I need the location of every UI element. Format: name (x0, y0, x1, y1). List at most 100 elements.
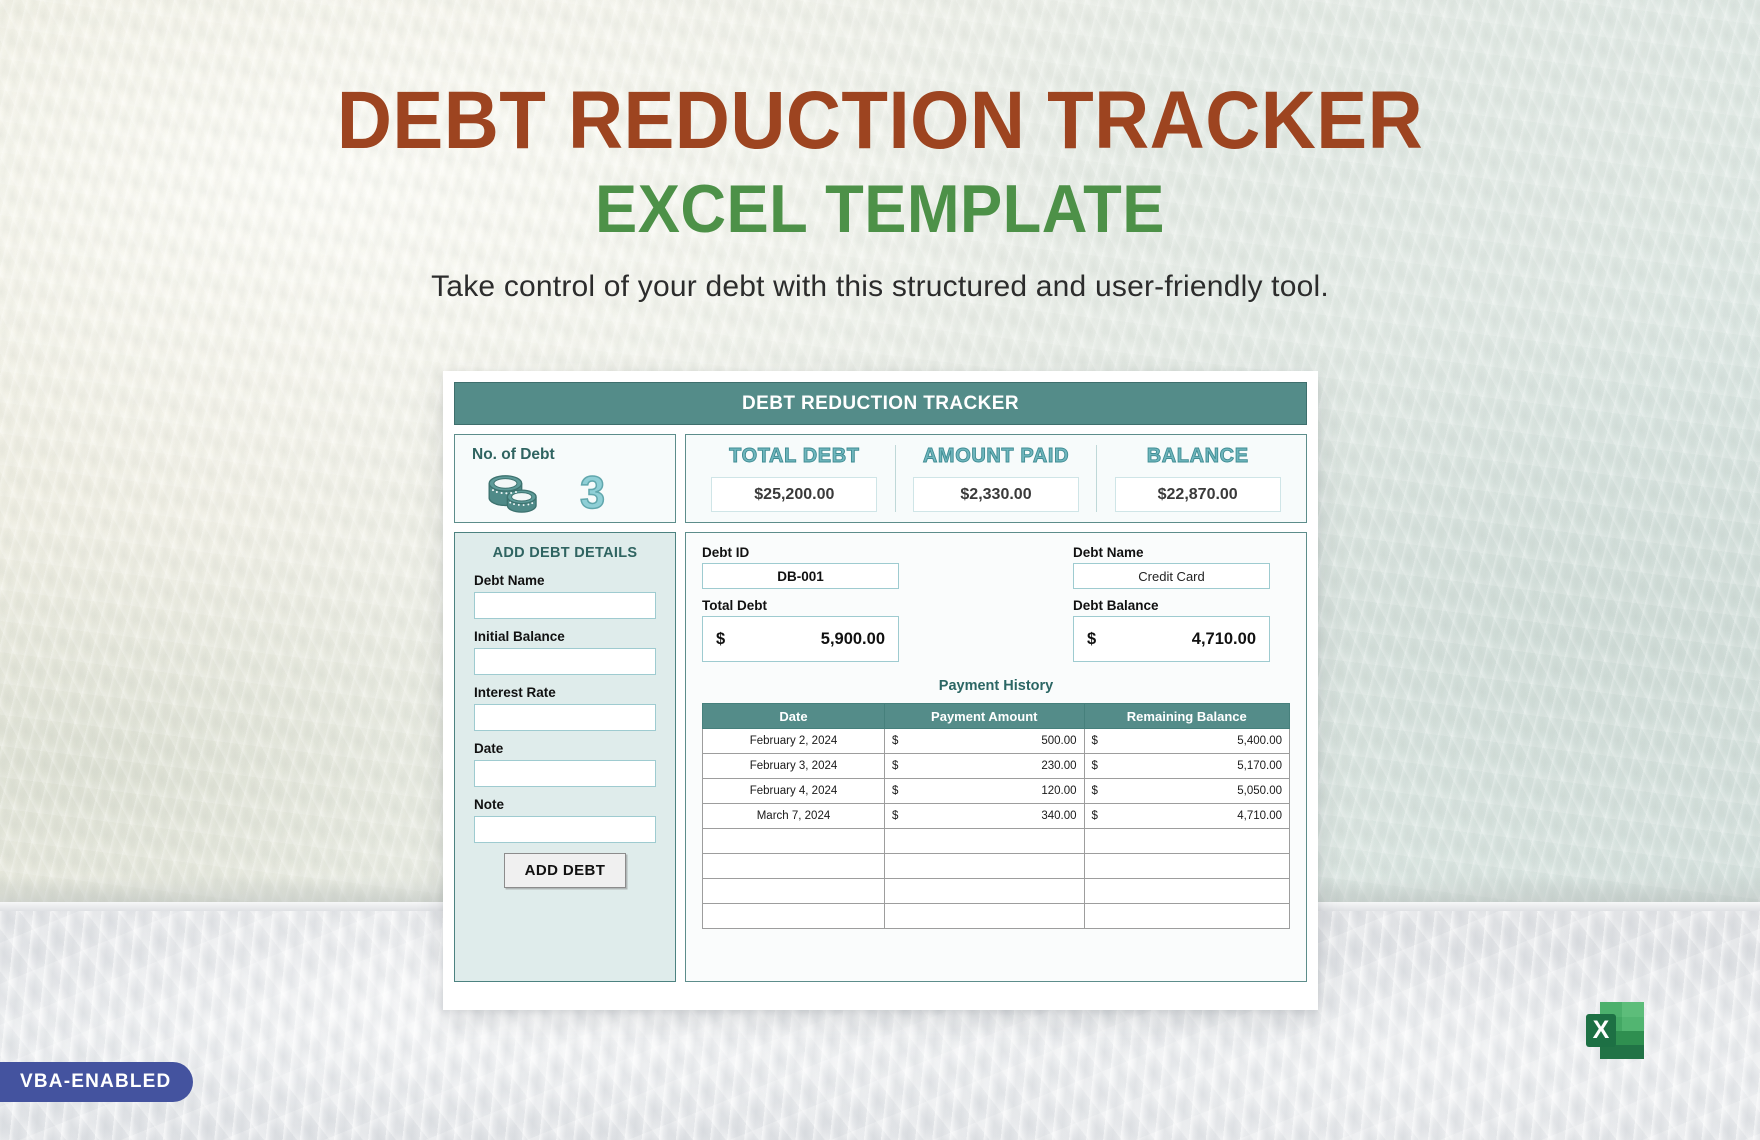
cell-date[interactable]: February 4, 2024 (702, 778, 885, 804)
cell-remaining-balance[interactable] (1083, 853, 1291, 879)
cell-payment-amount[interactable]: $120.00 (883, 778, 1085, 804)
currency-symbol: $ (891, 735, 899, 747)
detail-debt-name-value[interactable]: Credit Card (1073, 563, 1270, 589)
kpi-total-debt-value: $25,200.00 (711, 477, 878, 512)
detail-debt-balance-currency: $ (1087, 629, 1097, 648)
detail-debt-balance-value-box[interactable]: $ 4,710.00 (1073, 616, 1270, 662)
table-row[interactable] (702, 903, 1291, 929)
vba-enabled-label: VBA-ENABLED (20, 1071, 172, 1092)
cell-remaining-balance[interactable]: $5,170.00 (1083, 753, 1291, 779)
kpi-amount-paid: AMOUNT PAID $2,330.00 (894, 445, 1097, 512)
interest-rate-input[interactable] (474, 704, 656, 731)
initial-balance-input[interactable] (474, 648, 656, 675)
currency-symbol: $ (1091, 760, 1098, 772)
sheet-header-title: DEBT REDUCTION TRACKER (742, 392, 1019, 414)
currency-symbol: $ (891, 810, 899, 822)
payment-history-table: Date Payment Amount Remaining Balance Fe… (702, 703, 1291, 929)
debt-count-panel: No. of Debt 3 (454, 434, 676, 523)
cell-date[interactable]: February 2, 2024 (702, 728, 885, 754)
cell-remaining-balance[interactable] (1083, 878, 1291, 904)
debt-count-label: No. of Debt (472, 446, 555, 463)
kpi-panel: TOTAL DEBT $25,200.00 AMOUNT PAID $2,330… (685, 434, 1307, 523)
currency-symbol: $ (891, 760, 899, 772)
detail-total-debt-value: 5,900.00 (820, 629, 885, 648)
sheet-header-bar: DEBT REDUCTION TRACKER (454, 382, 1307, 425)
currency-symbol: $ (1091, 810, 1098, 822)
table-row[interactable]: February 4, 2024 $120.00 $5,050.00 (702, 778, 1291, 804)
cell-date[interactable] (702, 878, 885, 904)
page-subtitle: EXCEL TEMPLATE (595, 171, 1165, 248)
poster-scene: DEBT REDUCTION TRACKER EXCEL TEMPLATE Ta… (0, 0, 1760, 1140)
kpi-balance-label: BALANCE (1146, 445, 1249, 468)
table-row[interactable]: March 7, 2024 $340.00 $4,710.00 (702, 803, 1291, 829)
cell-payment-amount[interactable] (883, 853, 1085, 879)
add-debt-details-panel: ADD DEBT DETAILS Debt Name Initial Balan… (454, 532, 676, 982)
spreadsheet-card: DEBT REDUCTION TRACKER No. of Debt 3 TOT… (443, 371, 1318, 1010)
add-debt-details-title: ADD DEBT DETAILS (492, 545, 638, 561)
headline-block: DEBT REDUCTION TRACKER EXCEL TEMPLATE Ta… (0, 75, 1760, 304)
table-row[interactable] (702, 828, 1291, 854)
cell-date[interactable]: February 3, 2024 (702, 753, 885, 779)
cell-date[interactable] (702, 853, 885, 879)
cell-remaining-balance[interactable]: $4,710.00 (1083, 803, 1291, 829)
add-debt-button-wrap: ADD DEBT (474, 853, 656, 888)
cell-date[interactable]: March 7, 2024 (702, 803, 885, 829)
detail-debt-balance-value: 4,710.00 (1191, 629, 1256, 648)
kpi-total-debt: TOTAL DEBT $25,200.00 (694, 445, 895, 512)
cell-payment-amount[interactable] (883, 878, 1085, 904)
cell-remaining-balance[interactable]: $5,400.00 (1083, 728, 1291, 754)
cell-date[interactable] (702, 903, 885, 929)
page-title: DEBT REDUCTION TRACKER (336, 75, 1424, 166)
kpi-balance-value: $22,870.00 (1114, 477, 1281, 512)
debt-detail-right-column: Debt Name Credit Card Debt Balance $ 4,7… (1073, 545, 1270, 662)
coin-stack-icon (488, 474, 537, 513)
detail-debt-name-label: Debt Name (1073, 545, 1144, 560)
debt-detail-panel: Debt ID DB-001 Total Debt $ 5,900.00 Deb… (685, 532, 1307, 982)
currency-symbol: $ (1091, 785, 1098, 797)
cell-payment-amount[interactable]: $230.00 (883, 753, 1085, 779)
payment-history-title: Payment History (938, 678, 1054, 694)
note-label: Note (474, 797, 504, 812)
cell-payment-amount[interactable]: $500.00 (883, 728, 1085, 754)
cell-payment-amount[interactable] (883, 828, 1085, 854)
debt-detail-left-column: Debt ID DB-001 Total Debt $ 5,900.00 (702, 545, 899, 662)
initial-balance-label: Initial Balance (474, 629, 565, 644)
detail-debt-id-value[interactable]: DB-001 (702, 563, 899, 589)
add-debt-button[interactable]: ADD DEBT (503, 853, 627, 888)
note-input[interactable] (474, 816, 656, 843)
vba-enabled-badge: VBA-ENABLED (0, 1062, 194, 1102)
table-row[interactable] (702, 853, 1291, 879)
date-label: Date (474, 741, 504, 756)
cell-date[interactable] (702, 828, 885, 854)
debt-name-input[interactable] (474, 592, 656, 619)
cell-payment-amount[interactable]: $340.00 (883, 803, 1085, 829)
detail-debt-id-label: Debt ID (702, 545, 750, 560)
payment-history-body: February 2, 2024 $500.00 $5,400.00 February… (702, 728, 1291, 929)
debt-count-row: 3 (472, 469, 675, 516)
column-header-date: Date (702, 703, 885, 729)
debt-name-label: Debt Name (474, 573, 545, 588)
detail-debt-balance-label: Debt Balance (1073, 598, 1159, 613)
table-row[interactable]: February 2, 2024 $500.00 $5,400.00 (702, 728, 1291, 754)
detail-total-debt-currency: $ (716, 629, 726, 648)
summary-row: No. of Debt 3 TOTAL DEBT $25,200.00 AMOU… (454, 434, 1307, 523)
currency-symbol: $ (891, 785, 899, 797)
cell-payment-amount[interactable] (883, 903, 1085, 929)
kpi-total-debt-label: TOTAL DEBT (729, 445, 860, 468)
detail-total-debt-value-box[interactable]: $ 5,900.00 (702, 616, 899, 662)
body-row: ADD DEBT DETAILS Debt Name Initial Balan… (454, 532, 1307, 982)
column-header-payment-amount: Payment Amount (883, 703, 1085, 729)
table-row[interactable] (702, 878, 1291, 904)
cell-remaining-balance[interactable] (1083, 903, 1291, 929)
cell-remaining-balance[interactable] (1083, 828, 1291, 854)
table-row[interactable]: February 3, 2024 $230.00 $5,170.00 (702, 753, 1291, 779)
payment-history-header-row: Date Payment Amount Remaining Balance (702, 703, 1291, 729)
cell-remaining-balance[interactable]: $5,050.00 (1083, 778, 1291, 804)
date-input[interactable] (474, 760, 656, 787)
interest-rate-label: Interest Rate (474, 685, 556, 700)
page-tagline: Take control of your debt with this stru… (431, 270, 1329, 304)
kpi-amount-paid-label: AMOUNT PAID (922, 445, 1070, 468)
column-header-remaining-balance: Remaining Balance (1083, 703, 1291, 729)
detail-total-debt-label: Total Debt (702, 598, 767, 613)
kpi-amount-paid-value: $2,330.00 (913, 477, 1079, 512)
